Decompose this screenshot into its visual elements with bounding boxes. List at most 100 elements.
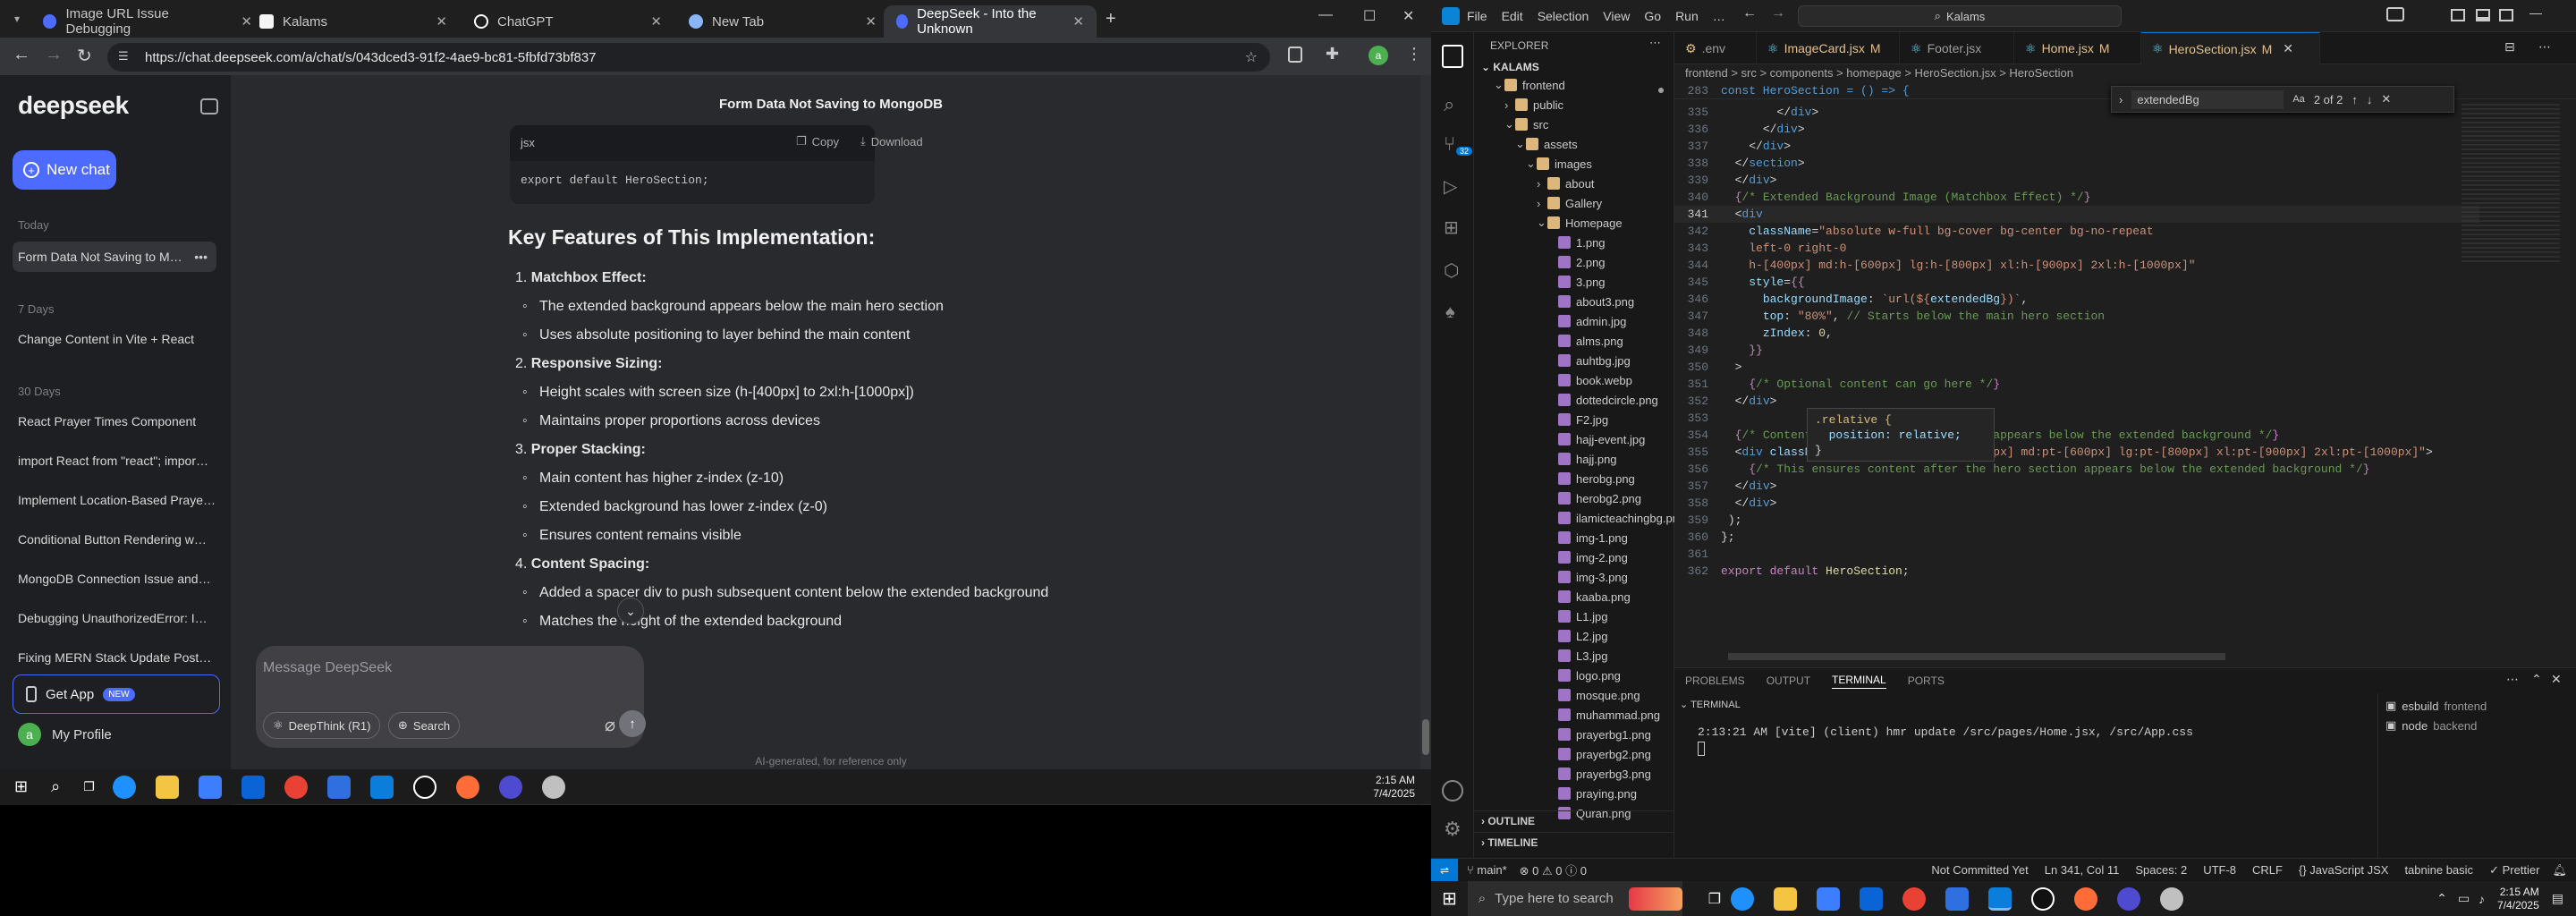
tree-file[interactable]: L2.jpg (1547, 626, 1607, 646)
history-item[interactable]: Fixing MERN Stack Update Post… (13, 642, 216, 673)
menu-file[interactable]: File (1467, 9, 1487, 23)
menu-selection[interactable]: Selection (1538, 9, 1589, 23)
mail-icon[interactable] (241, 775, 265, 799)
breadcrumb[interactable]: frontend > src > components > homepage >… (1685, 66, 2073, 80)
history-item[interactable]: import React from "react"; impor… (13, 445, 216, 476)
tree-file[interactable]: prayerbg3.png (1547, 764, 1651, 784)
tab-new-tab[interactable]: New Tab ✕ (676, 5, 889, 38)
nav-forward-icon[interactable]: → (1771, 5, 1785, 21)
tree-folder[interactable]: › public (1504, 95, 1563, 114)
problems-indicator[interactable]: ⊗ 0 ⚠ 0 ⓘ 0 (1520, 861, 1587, 878)
cursor-position[interactable]: Ln 341, Col 11 (2045, 863, 2120, 877)
search-icon[interactable]: ⌕ (1444, 93, 1454, 116)
app-icon[interactable] (541, 775, 565, 799)
tree-file[interactable]: 1.png (1547, 233, 1606, 252)
file-explorer-icon[interactable] (155, 775, 179, 799)
tree-file[interactable]: herobg2.png (1547, 488, 1641, 508)
tree-file[interactable]: muhammad.png (1547, 705, 1660, 725)
language-mode[interactable]: {} JavaScript JSX (2299, 863, 2388, 877)
tree-file[interactable]: L3.jpg (1547, 646, 1607, 666)
terminal-session[interactable]: ▣ esbuild frontend (2385, 699, 2487, 713)
tab-chatgpt[interactable]: ChatGPT ✕ (462, 5, 674, 38)
tree-file[interactable]: img-3.png (1547, 567, 1628, 587)
close-icon[interactable]: ✕ (1072, 13, 1084, 30)
horizontal-scrollbar[interactable] (1728, 653, 2225, 660)
menu-go[interactable]: Go (1644, 9, 1661, 23)
tree-file[interactable]: alms.png (1547, 331, 1623, 351)
chat-scrollbar[interactable] (1420, 75, 1431, 805)
notification-center-icon[interactable]: ▤ (2552, 891, 2563, 906)
chrome-icon[interactable] (284, 775, 308, 799)
tree-file[interactable]: hajj.png (1547, 449, 1617, 469)
tabnine-status[interactable]: tabnine basic (2404, 863, 2473, 877)
tree-file[interactable]: img-1.png (1547, 528, 1628, 547)
menu-run[interactable]: Run (1675, 9, 1699, 23)
download-button[interactable]: ⤓ Download (860, 134, 923, 148)
search-icon[interactable]: ⌕ (51, 777, 60, 796)
menu-view[interactable]: View (1603, 9, 1630, 23)
tab-env[interactable]: ⚙ .env (1674, 32, 1757, 64)
send-button[interactable]: ↑ (619, 710, 646, 737)
more-actions-icon[interactable]: ⋯ (2538, 39, 2551, 55)
panel-tab-problems[interactable]: PROBLEMS (1685, 674, 1745, 687)
explorer-icon[interactable] (1442, 45, 1463, 68)
store-icon[interactable] (1817, 886, 1841, 911)
nav-back-icon[interactable]: ← (1742, 5, 1757, 21)
close-window-icon[interactable]: ✕ (1402, 7, 1414, 25)
split-editor-icon[interactable]: ⊟ (2504, 39, 2515, 55)
close-icon[interactable]: ✕ (436, 13, 447, 30)
tree-file[interactable]: hajj-event.jpg (1547, 429, 1645, 449)
maximize-panel-icon[interactable]: ⌃ (2531, 672, 2542, 687)
message-input[interactable]: Message DeepSeek (263, 660, 392, 676)
back-icon[interactable]: ← (13, 45, 30, 65)
eol[interactable]: CRLF (2252, 863, 2283, 877)
tab-footer[interactable]: ⚛ Footer.jsx (1900, 32, 2014, 64)
tree-file[interactable]: L1.jpg (1547, 606, 1607, 626)
app-icon[interactable] (2160, 886, 2184, 911)
tree-file[interactable]: 2.png (1547, 252, 1606, 272)
tab-imagecard[interactable]: ⚛ ImageCard.jsx M (1757, 32, 1900, 64)
new-chat-button[interactable]: + New chat (13, 150, 116, 190)
history-item[interactable]: Change Content in Vite + React (13, 324, 216, 354)
git-blame[interactable]: Not Committed Yet (1931, 863, 2028, 877)
deepseek-logo[interactable]: deepseek (18, 91, 129, 120)
tree-folder[interactable]: › Gallery (1537, 193, 1602, 213)
tree-folder[interactable]: ⌄ Homepage (1537, 213, 1623, 233)
extensions-icon[interactable]: ⊞ (1444, 216, 1459, 239)
vscode-icon[interactable] (369, 775, 394, 799)
accounts-icon[interactable] (1442, 780, 1463, 802)
tree-file[interactable]: admin.jpg (1547, 311, 1626, 331)
tray-chevron-icon[interactable]: ⌃ (2436, 891, 2447, 906)
panel-tab-output[interactable]: OUTPUT (1767, 674, 1810, 687)
maximize-icon[interactable]: ☐ (1363, 7, 1376, 25)
code-editor[interactable]: 335 </div> 336 </div> 337 </div> 338 </sect… (1674, 104, 2479, 640)
notifications-bell-icon[interactable]: 🔔︎ (2552, 863, 2567, 878)
remote-indicator-icon[interactable]: ⇌ (1431, 858, 1458, 881)
menu-kebab-icon[interactable]: ⋮ (1406, 45, 1422, 64)
history-item[interactable]: React Prayer Times Component (13, 406, 216, 437)
zoom-icon[interactable] (2117, 886, 2141, 911)
get-app-button[interactable]: Get App NEW (13, 674, 220, 714)
layout-panel-icon[interactable] (2476, 9, 2490, 21)
panel-tab-terminal[interactable]: TERMINAL (1832, 674, 1886, 689)
attach-icon[interactable]: ⌀ (605, 714, 615, 736)
minimize-icon[interactable]: — (1318, 7, 1333, 23)
task-view-icon[interactable]: ❐ (1708, 890, 1721, 908)
tree-folder[interactable]: › about (1537, 174, 1595, 193)
tree-file[interactable]: about3.png (1547, 292, 1634, 311)
layout-secondary-icon[interactable] (2499, 9, 2513, 21)
profile-avatar[interactable]: a (1368, 46, 1388, 65)
tree-file[interactable]: kaaba.png (1547, 587, 1631, 606)
history-item-active[interactable]: Form Data Not Saving to M… ••• (13, 242, 216, 272)
vscode-alt-icon[interactable] (326, 775, 351, 799)
history-item[interactable]: Debugging UnauthorizedError: I… (13, 603, 216, 633)
tree-file[interactable]: prayerbg1.png (1547, 725, 1651, 744)
mongodb-leaf-icon[interactable]: ♠ (1445, 302, 1455, 323)
tab-home[interactable]: ⚛ Home.jsx M (2014, 32, 2141, 64)
collapse-sidebar-icon[interactable] (200, 98, 218, 114)
tree-folder[interactable]: ⌄ images (1526, 154, 1592, 174)
prettier-status[interactable]: ✓ Prettier (2489, 863, 2539, 878)
tab-image-url[interactable]: Image URL Issue Debugging ✕ (30, 5, 265, 38)
volume-icon[interactable]: ♪ (2479, 892, 2485, 906)
vscode-alt-icon[interactable] (1945, 886, 1970, 911)
